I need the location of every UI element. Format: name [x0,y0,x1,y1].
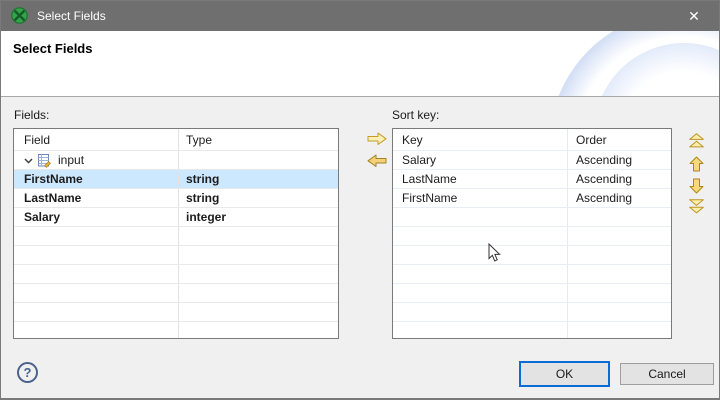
empty-row [14,227,338,246]
dialog-header: Select Fields [1,31,719,97]
empty-row [393,227,671,246]
empty-row [14,322,338,339]
empty-row [393,303,671,322]
record-metadata-icon [37,153,52,168]
table-row[interactable]: LastName Ascending [393,170,671,189]
fields-table: Field Type input FirstName string Las [13,128,339,339]
column-header-type[interactable]: Type [179,129,338,150]
empty-row [393,265,671,284]
window-title: Select Fields [37,1,106,31]
table-row[interactable]: FirstName string [14,170,338,189]
empty-row [393,284,671,303]
tree-root-row[interactable]: input [14,151,338,170]
table-row[interactable]: FirstName Ascending [393,189,671,208]
field-name[interactable]: FirstName [14,170,179,188]
fields-table-header[interactable]: Field Type [14,129,338,151]
table-row[interactable]: Salary Ascending [393,151,671,170]
cancel-button[interactable]: Cancel [620,363,714,385]
sort-key-label: Sort key: [392,108,439,122]
select-fields-dialog: Select Fields ✕ Select Fields Fields: So… [0,0,720,400]
move-up-arrow-button[interactable] [689,156,704,172]
fields-label: Fields: [14,108,49,122]
help-button[interactable]: ? [17,362,38,383]
column-header-order[interactable]: Order [568,129,671,150]
mouse-cursor [488,243,501,263]
empty-row [14,284,338,303]
sort-order[interactable]: Ascending [568,189,671,207]
table-row[interactable]: LastName string [14,189,338,208]
move-left-arrow-button[interactable] [367,154,387,168]
ok-button[interactable]: OK [519,361,610,387]
sort-key[interactable]: LastName [393,170,568,188]
move-bottom-arrow-button[interactable] [689,199,704,214]
sort-key[interactable]: FirstName [393,189,568,207]
table-row[interactable]: Salary integer [14,208,338,227]
move-down-arrow-button[interactable] [689,178,704,194]
field-name[interactable]: Salary [14,208,179,226]
move-right-arrow-button[interactable] [367,132,387,146]
empty-row [14,246,338,265]
empty-row [393,246,671,265]
tree-root-label: input [58,153,84,167]
sort-order[interactable]: Ascending [568,170,671,188]
move-top-arrow-button[interactable] [689,133,704,148]
sort-order[interactable]: Ascending [568,151,671,169]
empty-row [14,265,338,284]
sort-table-header[interactable]: Key Order [393,129,671,151]
field-type[interactable]: integer [179,208,338,226]
empty-row [393,322,671,339]
clover-app-icon [11,7,28,24]
page-title: Select Fields [13,41,92,56]
field-name[interactable]: LastName [14,189,179,207]
field-type[interactable]: string [179,189,338,207]
close-button[interactable]: ✕ [677,1,711,31]
sort-key[interactable]: Salary [393,151,568,169]
field-type[interactable]: string [179,170,338,188]
title-bar[interactable]: Select Fields ✕ [1,1,719,31]
empty-row [14,303,338,322]
sort-key-table: Key Order Salary Ascending LastName Asce… [392,128,672,339]
empty-row [393,208,671,227]
column-header-key[interactable]: Key [393,129,568,150]
chevron-down-icon[interactable] [24,158,33,164]
column-header-field[interactable]: Field [14,129,179,150]
